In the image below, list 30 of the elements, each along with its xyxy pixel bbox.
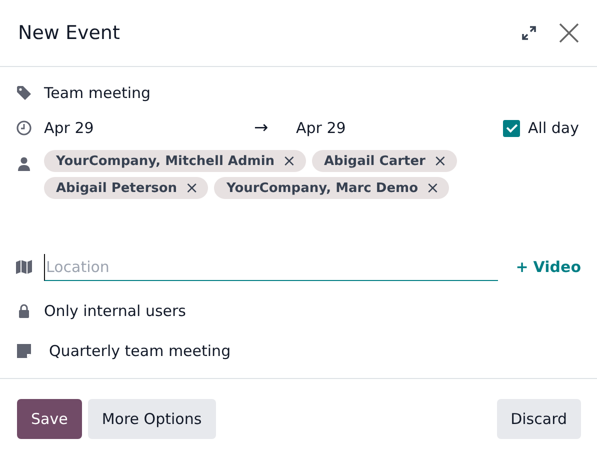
remove-button[interactable]: × [433,153,447,169]
arrow-icon: → [254,118,296,138]
attendee-name: YourCompany, Mitchell Admin [56,154,275,168]
close-icon[interactable] [559,23,579,43]
map-icon [16,259,32,275]
clock-icon [16,120,32,136]
discard-button[interactable]: Discard [496,399,581,439]
checkbox-label: All day [528,119,579,137]
remove-button[interactable]: × [426,180,440,196]
attendee-name: Abigail Carter [324,154,426,168]
privacy-option[interactable]: Only internal users [44,302,186,320]
dialog-title: New Event [18,22,121,44]
options-button[interactable]: More Options [88,399,216,439]
save-button[interactable]: Save [17,399,82,439]
person-icon [16,156,32,172]
expand-icon[interactable] [521,25,537,41]
attendee-name: Abigail Peterson [56,180,178,196]
remove-button[interactable]: × [282,153,296,169]
location-field[interactable]: Location [44,254,498,280]
checkbox[interactable] [503,120,520,136]
attendee-name: YourCompany, Marc Demo [226,180,418,196]
event-name[interactable]: Team meeting [44,84,151,102]
add-video-button[interactable]: + Video [516,258,581,276]
description-text[interactable]: Quarterly team meeting [49,342,231,360]
tag-icon [16,85,32,101]
start-date[interactable]: Apr 29 [44,119,254,137]
end-date[interactable]: Apr 29 [296,119,504,137]
lock-icon [16,303,32,319]
remove-button[interactable]: × [185,180,198,196]
note-icon [16,343,32,359]
